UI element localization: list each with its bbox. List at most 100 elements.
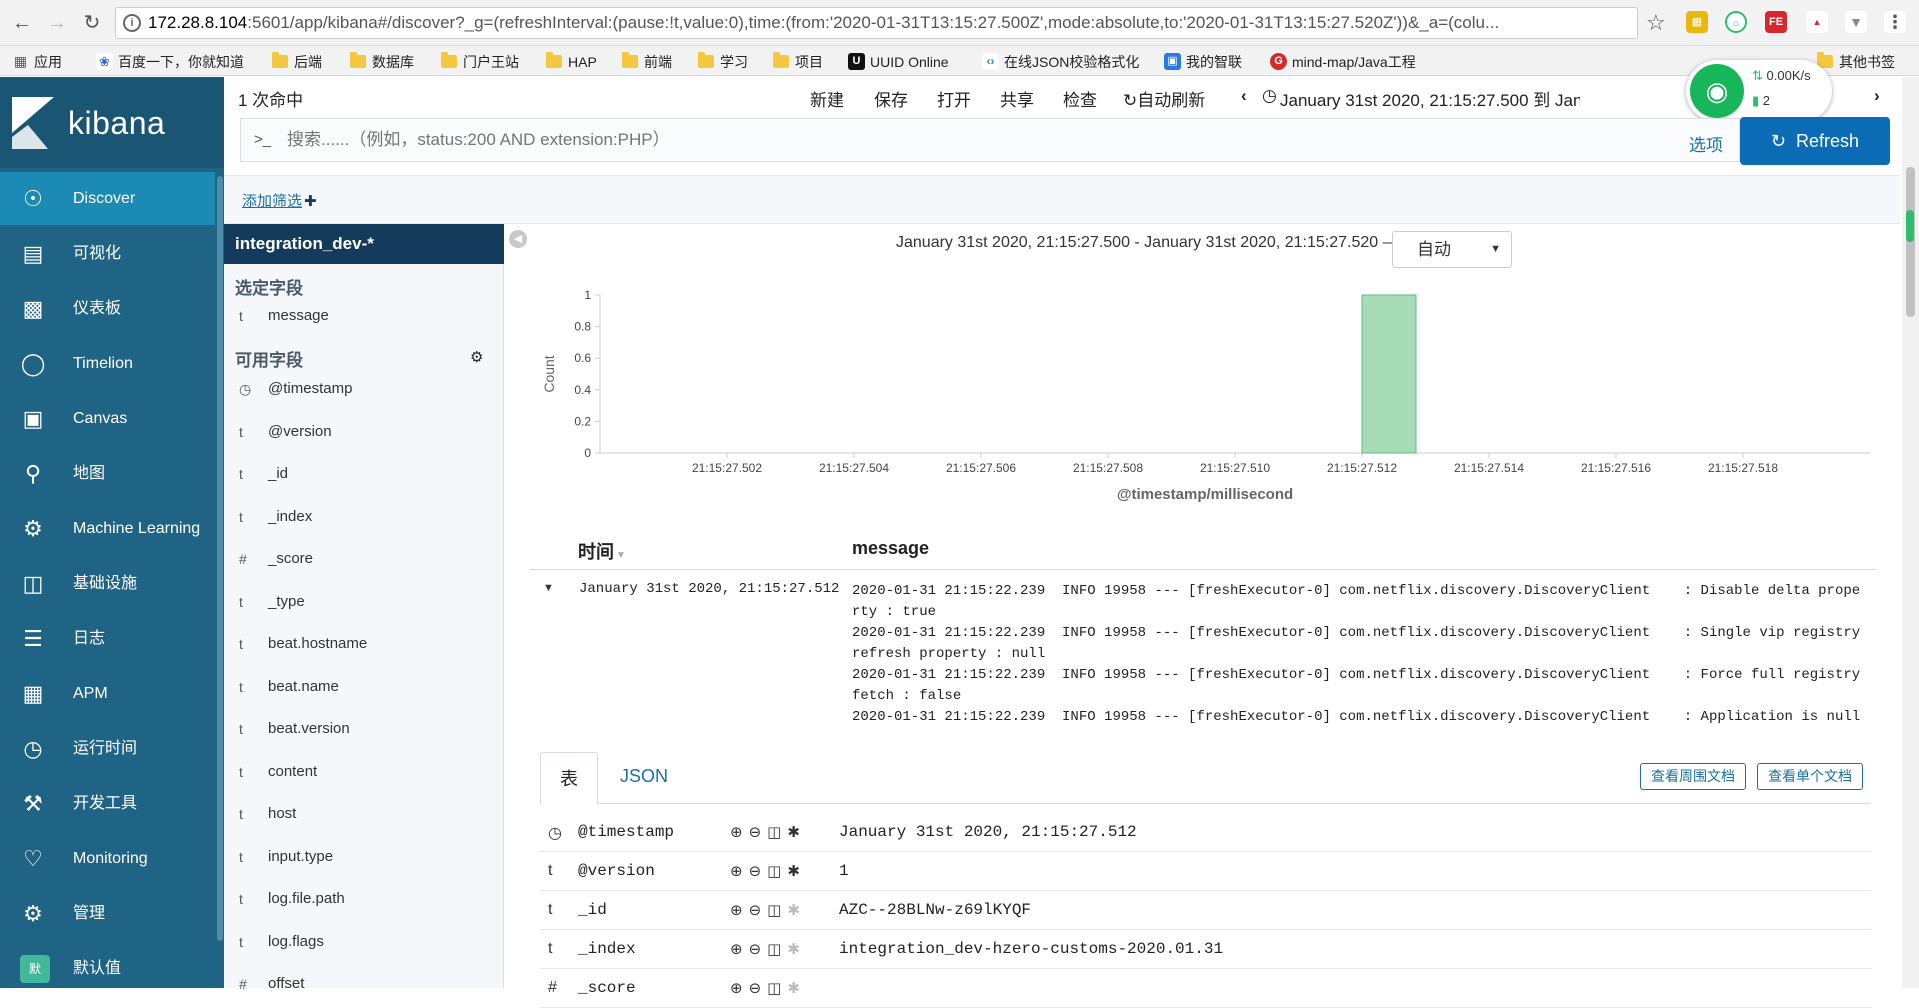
field-item[interactable]: t _id	[224, 454, 504, 494]
site-info-icon[interactable]: i	[123, 14, 141, 32]
sidebar-item-canvas[interactable]: ▣ Canvas	[0, 392, 215, 445]
extension-icon[interactable]: ○	[1725, 11, 1747, 33]
extension-icon[interactable]: ▲	[1806, 11, 1828, 33]
field-item[interactable]: t beat.version	[224, 709, 504, 749]
bookmark-json[interactable]: ‹› 在线JSON校验格式化	[982, 52, 1139, 72]
collapse-sidebar-icon[interactable]: ◀	[509, 230, 527, 248]
scrollbar-thumb[interactable]	[1906, 167, 1915, 317]
bookmark-folder[interactable]: 项目	[773, 52, 823, 72]
field-item[interactable]: t beat.hostname	[224, 624, 504, 664]
expand-row-icon[interactable]: ▼	[543, 582, 554, 594]
sidebar-item-开发工具[interactable]: ⚒ 开发工具	[0, 777, 215, 830]
extension-icon[interactable]: FE	[1765, 11, 1787, 33]
browser-menu-icon[interactable]: ⋮	[1884, 11, 1906, 33]
exists-filter-icon[interactable]: ✱	[787, 980, 806, 997]
field-item[interactable]: t beat.name	[224, 667, 504, 707]
toggle-column-icon[interactable]: ◫	[767, 863, 787, 880]
sidebar-item-仪表板[interactable]: ▩ 仪表板	[0, 282, 215, 335]
filter-for-icon[interactable]: ⊕	[730, 902, 749, 919]
toggle-column-icon[interactable]: ◫	[767, 824, 787, 841]
time-back-chevron-icon[interactable]: ‹	[1241, 86, 1247, 106]
sidebar-scrollbar[interactable]	[217, 176, 223, 941]
exists-filter-icon[interactable]: ✱	[787, 941, 806, 958]
query-options-link[interactable]: 选项	[1689, 131, 1723, 156]
filter-out-icon[interactable]: ⊖	[749, 902, 768, 919]
column-header-message[interactable]: message	[852, 538, 929, 559]
field-item[interactable]: ◷ @timestamp	[224, 369, 504, 409]
bookmark-mindmap[interactable]: Gmind-map/Java工程	[1270, 52, 1416, 72]
field-item[interactable]: t log.file.path	[224, 879, 504, 919]
field-item[interactable]: t input.type	[224, 837, 504, 877]
exists-filter-icon[interactable]: ✱	[787, 902, 806, 919]
save-button[interactable]: 保存	[874, 86, 908, 111]
tab-json[interactable]: JSON	[620, 766, 668, 787]
bookmark-folder[interactable]: 学习	[698, 52, 748, 72]
field-item[interactable]: t @version	[224, 412, 504, 452]
extension-icon[interactable]: ▼	[1845, 11, 1867, 33]
sidebar-item-管理[interactable]: ⚙ 管理	[0, 887, 215, 940]
open-button[interactable]: 打开	[937, 86, 971, 111]
column-header-time[interactable]: 时间 ▼	[578, 538, 626, 564]
view-single-button[interactable]: 查看单个文档	[1757, 763, 1863, 790]
reload-icon[interactable]: ↻	[80, 11, 104, 35]
field-item[interactable]: t message	[224, 296, 504, 336]
field-item[interactable]: # _score	[224, 539, 504, 579]
filter-out-icon[interactable]: ⊖	[749, 980, 768, 997]
share-button[interactable]: 共享	[1000, 86, 1034, 111]
filter-for-icon[interactable]: ⊕	[730, 941, 749, 958]
add-filter-link[interactable]: 添加筛选 ✚	[242, 190, 317, 211]
filter-for-icon[interactable]: ⊕	[730, 863, 749, 880]
inspect-button[interactable]: 检查	[1063, 86, 1097, 111]
bookmark-uuid[interactable]: U UUID Online	[848, 52, 949, 72]
view-surrounding-button[interactable]: 查看周围文档	[1640, 763, 1746, 790]
gear-icon[interactable]: ⚙	[470, 348, 483, 366]
toggle-column-icon[interactable]: ◫	[767, 941, 787, 958]
sort-caret-icon[interactable]: ▼	[616, 550, 626, 561]
sidebar-item-基础设施[interactable]: ◫ 基础设施	[0, 557, 215, 610]
field-item[interactable]: t host	[224, 794, 504, 834]
field-item[interactable]: # offset	[224, 964, 504, 1004]
bookmark-other[interactable]: 其他书签	[1817, 52, 1895, 72]
field-item[interactable]: t content	[224, 752, 504, 792]
field-item[interactable]: t _type	[224, 582, 504, 622]
sidebar-item-默认值[interactable]: 默 默认值	[0, 942, 215, 995]
sidebar-item-timelion[interactable]: ◯ Timelion	[0, 337, 215, 390]
toggle-column-icon[interactable]: ◫	[767, 980, 787, 997]
bookmark-folder[interactable]: HAP	[546, 52, 597, 72]
filter-out-icon[interactable]: ⊖	[749, 941, 768, 958]
index-pattern-selector[interactable]: integration_dev-*	[224, 224, 504, 264]
filter-out-icon[interactable]: ⊖	[749, 824, 768, 841]
sidebar-item-machine-learning[interactable]: ⚙ Machine Learning	[0, 502, 215, 555]
tab-table[interactable]: 表	[540, 752, 598, 805]
bookmark-apps[interactable]: ▦ 应用	[12, 52, 62, 72]
bookmark-folder[interactable]: 数据库	[350, 52, 414, 72]
time-forward-chevron-icon[interactable]: ›	[1874, 86, 1880, 106]
logo-area[interactable]: kibana	[0, 77, 224, 168]
auto-refresh-button[interactable]: ↻自动刷新	[1123, 86, 1205, 111]
exists-filter-icon[interactable]: ✱	[787, 824, 806, 841]
toggle-column-icon[interactable]: ◫	[767, 902, 787, 919]
refresh-button[interactable]: ↻ Refresh	[1740, 117, 1890, 165]
sidebar-item-可视化[interactable]: ▤ 可视化	[0, 227, 215, 280]
extension-icon[interactable]: ▦	[1686, 11, 1708, 33]
filter-for-icon[interactable]: ⊕	[730, 980, 749, 997]
forward-icon[interactable]: →	[45, 11, 69, 35]
time-picker[interactable]: January 31st 2020, 21:15:27.500 到 Januar…	[1280, 86, 1580, 111]
new-button[interactable]: 新建	[810, 86, 844, 111]
bookmark-star-icon[interactable]: ☆	[1646, 10, 1666, 36]
sidebar-item-地图[interactable]: ⚲ 地图	[0, 447, 215, 500]
filter-for-icon[interactable]: ⊕	[730, 824, 749, 841]
bookmark-folder[interactable]: 后端	[272, 52, 322, 72]
bookmark-folder[interactable]: 前端	[622, 52, 672, 72]
sidebar-item-日志[interactable]: ☰ 日志	[0, 612, 215, 665]
sidebar-item-discover[interactable]: ☉ Discover	[0, 172, 215, 225]
filter-out-icon[interactable]: ⊖	[749, 863, 768, 880]
bookmark-folder[interactable]: 门户王站	[441, 52, 519, 72]
back-icon[interactable]: ←	[10, 11, 34, 35]
sidebar-item-apm[interactable]: ▦ APM	[0, 667, 215, 720]
field-item[interactable]: t _index	[224, 497, 504, 537]
search-input[interactable]	[287, 119, 1387, 161]
bookmark-zhilian[interactable]: ▣ 我的智联	[1164, 52, 1242, 72]
interval-select[interactable]: 自动 ▼	[1392, 231, 1512, 268]
address-bar[interactable]: 172.28.8.104:5601/app/kibana#/discover?_…	[115, 7, 1638, 39]
